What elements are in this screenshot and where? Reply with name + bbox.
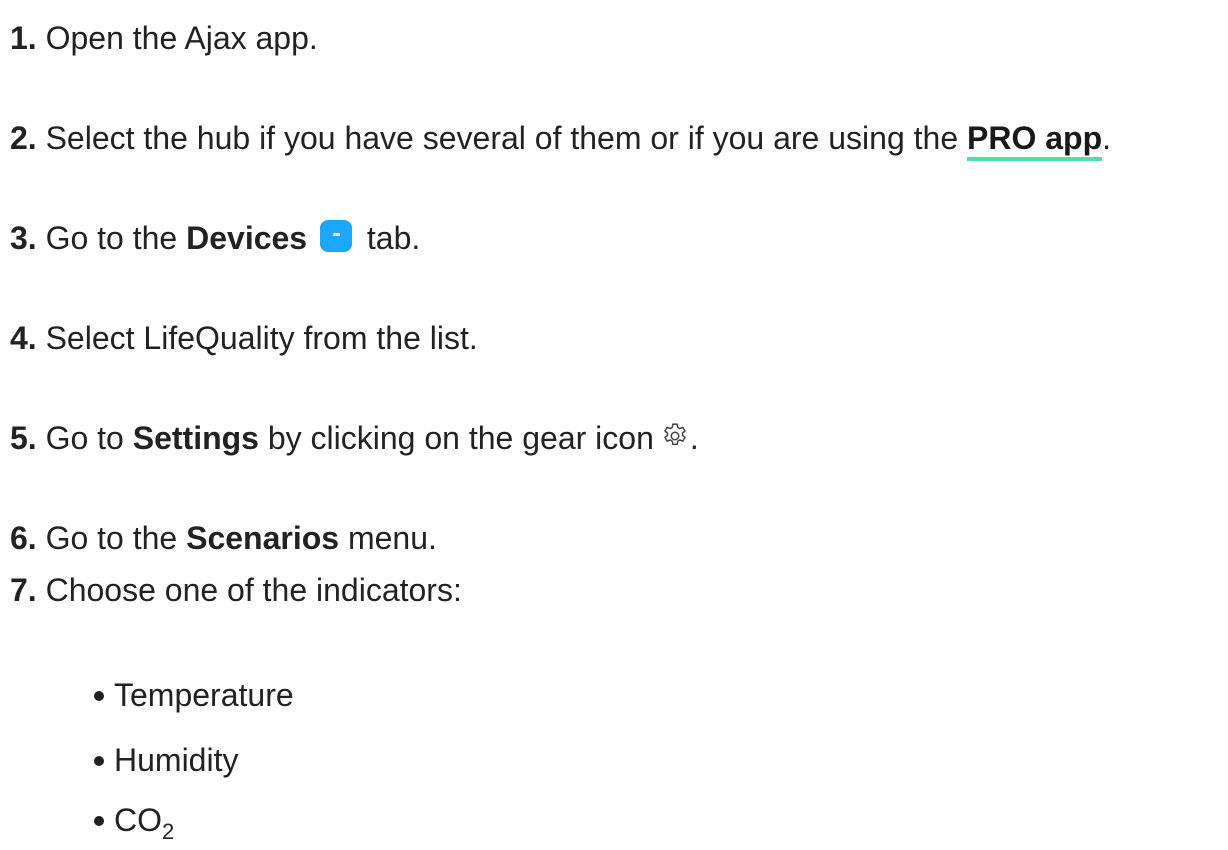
indicator-item: CO2 bbox=[94, 800, 174, 843]
step-text: Select the hub if you have several of th… bbox=[45, 120, 967, 156]
gear-icon bbox=[664, 423, 686, 446]
indicator-item: Temperature bbox=[94, 675, 294, 715]
step-7: 7. Choose one of the indicators: bbox=[10, 570, 462, 610]
indicator-label: CO bbox=[114, 802, 162, 838]
step-6: 6. Go to the Scenarios menu. bbox=[10, 518, 437, 558]
bullet-dot bbox=[94, 691, 104, 701]
step-number: 2. bbox=[10, 120, 37, 156]
bullet-dot bbox=[94, 756, 104, 766]
step-text-end: . bbox=[1102, 120, 1112, 156]
step-number: 3. bbox=[10, 220, 37, 256]
step-text-mid: by clicking on the gear icon bbox=[258, 420, 654, 456]
step-4: 4. Select LifeQuality from the list. bbox=[10, 318, 478, 358]
step-number: 7. bbox=[10, 572, 37, 608]
step-5: 5. Go to Settings by clicking on the gea… bbox=[10, 418, 699, 458]
indicator-item: Humidity bbox=[94, 740, 239, 780]
step-2: 2. Select the hub if you have several of… bbox=[10, 118, 1112, 161]
devices-label: Devices bbox=[186, 220, 308, 256]
step-number: 5. bbox=[10, 420, 37, 456]
bullet-dot bbox=[94, 816, 104, 826]
step-text-end: . bbox=[689, 420, 699, 456]
step-text-end: menu. bbox=[339, 520, 437, 556]
step-text: Go to bbox=[45, 420, 133, 456]
step-1: 1. Open the Ajax app. bbox=[10, 18, 318, 58]
indicator-label: Humidity bbox=[114, 742, 239, 778]
indicator-label: Temperature bbox=[114, 677, 294, 713]
step-text: Go to the bbox=[45, 520, 187, 556]
step-text: Choose one of the indicators: bbox=[45, 572, 462, 608]
step-text-end: tab. bbox=[357, 220, 421, 256]
step-text: Open the Ajax app. bbox=[45, 20, 318, 56]
scenarios-label: Scenarios bbox=[186, 520, 340, 556]
step-number: 1. bbox=[10, 20, 37, 56]
settings-label: Settings bbox=[132, 420, 259, 456]
instructions-document: 1. Open the Ajax app. 2. Select the hub … bbox=[0, 0, 1228, 850]
devices-icon bbox=[319, 220, 352, 252]
step-text: Go to the bbox=[45, 220, 187, 256]
pro-app-link[interactable]: PRO app bbox=[967, 120, 1103, 161]
step-3: 3. Go to the Devices tab. bbox=[10, 218, 420, 258]
indicator-subscript: 2 bbox=[162, 819, 175, 844]
step-text: Select LifeQuality from the list. bbox=[45, 320, 478, 356]
step-number: 6. bbox=[10, 520, 37, 556]
step-number: 4. bbox=[10, 320, 37, 356]
